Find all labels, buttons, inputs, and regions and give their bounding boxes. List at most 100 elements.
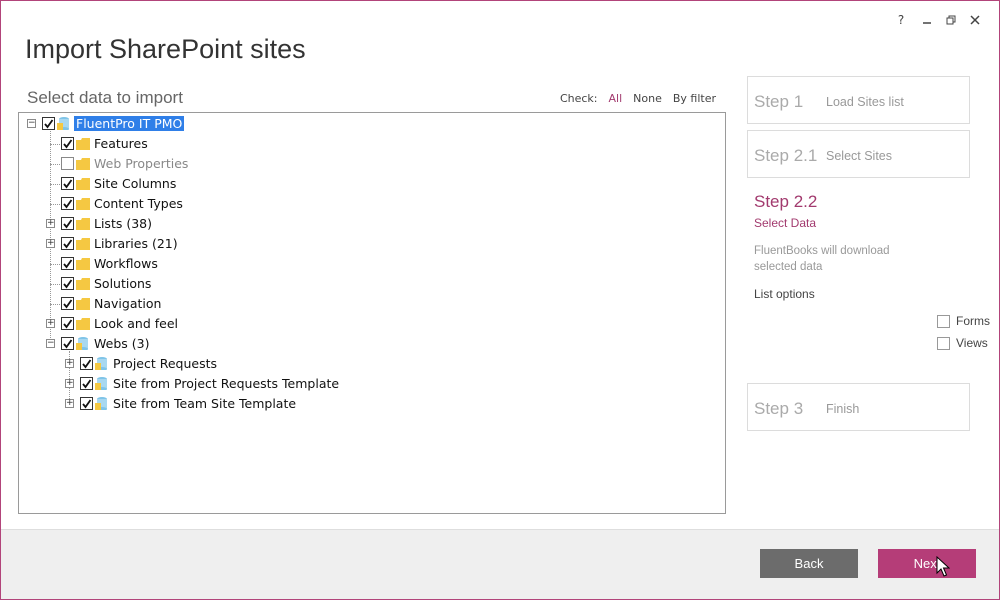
folder-icon <box>76 178 90 190</box>
check-icon <box>82 379 92 389</box>
tree-node-label[interactable]: Webs (3) <box>94 336 149 351</box>
step-2-2-sub: Select Data <box>754 216 817 230</box>
check-icon <box>63 219 73 229</box>
tree-checkbox[interactable] <box>61 317 74 330</box>
tree-node-content-types[interactable]: Content Types <box>19 194 719 214</box>
step-2-2-description: FluentBooks will download selected data <box>754 245 890 273</box>
tree-checkbox[interactable] <box>61 277 74 290</box>
check-icon <box>63 199 73 209</box>
tree-node-label[interactable]: Features <box>94 136 148 151</box>
tree-node-web-properties[interactable]: Web Properties <box>19 154 719 174</box>
tree-node-web[interactable]: + Project Requests <box>19 354 719 374</box>
check-bar: Check: All None By filter <box>560 92 716 105</box>
folder-icon <box>76 138 90 150</box>
step-3-title: Step 3 <box>754 399 804 418</box>
check-icon <box>63 259 73 269</box>
tree-node-label[interactable]: Site from Team Site Template <box>113 396 296 411</box>
tree-node-label[interactable]: Site Columns <box>94 176 176 191</box>
tree-checkbox[interactable] <box>61 137 74 150</box>
next-button[interactable]: Next <box>878 549 976 578</box>
check-icon <box>82 399 92 409</box>
expand-icon[interactable]: + <box>65 359 74 368</box>
tree-node-web[interactable]: + Site from Team Site Template <box>19 394 719 414</box>
tree-checkbox[interactable] <box>61 177 74 190</box>
section-subtitle: Select data to import <box>27 88 183 107</box>
tree-node-navigation[interactable]: Navigation <box>19 294 719 314</box>
close-button[interactable] <box>962 10 988 30</box>
check-icon <box>63 339 73 349</box>
restore-icon <box>946 15 956 25</box>
collapse-icon[interactable]: − <box>46 339 55 348</box>
tree-checkbox[interactable] <box>61 197 74 210</box>
tree-checkbox[interactable] <box>61 237 74 250</box>
back-button[interactable]: Back <box>760 549 858 578</box>
tree-connector <box>50 264 60 265</box>
folder-icon <box>76 258 90 270</box>
tree-checkbox[interactable] <box>61 297 74 310</box>
tree-node-workflows[interactable]: Workflows <box>19 254 719 274</box>
tree-checkbox[interactable] <box>80 397 93 410</box>
expand-icon[interactable]: + <box>46 319 55 328</box>
help-button[interactable]: ? <box>888 10 914 30</box>
site-database-icon <box>95 377 107 390</box>
tree-checkbox[interactable] <box>61 337 74 350</box>
forms-option[interactable]: Forms <box>937 314 990 328</box>
tree-node-label[interactable]: Navigation <box>94 296 161 311</box>
step-2-1-title: Step 2.1 <box>754 146 818 165</box>
tree-checkbox[interactable] <box>80 377 93 390</box>
expand-icon[interactable]: + <box>46 219 55 228</box>
tree-checkbox[interactable] <box>61 257 74 270</box>
check-none-link[interactable]: None <box>633 92 662 105</box>
tree-node-label[interactable]: Site from Project Requests Template <box>113 376 339 391</box>
views-checkbox[interactable] <box>937 336 950 350</box>
tree-node-root[interactable]: − FluentPro IT PMO <box>19 114 719 134</box>
tree-checkbox[interactable] <box>61 157 74 170</box>
tree-node-libraries[interactable]: + Libraries (21) <box>19 234 719 254</box>
tree-node-label[interactable]: Project Requests <box>113 356 217 371</box>
tree-node-look-and-feel[interactable]: + Look and feel <box>19 314 719 334</box>
check-icon <box>63 239 73 249</box>
tree-node-site-columns[interactable]: Site Columns <box>19 174 719 194</box>
tree-connector <box>50 304 60 305</box>
minimize-button[interactable] <box>914 10 940 30</box>
check-icon <box>63 139 73 149</box>
collapse-icon[interactable]: − <box>27 119 36 128</box>
tree-node-label[interactable]: Look and feel <box>94 316 178 331</box>
data-tree[interactable]: − FluentPro IT PMO Features Web Properti… <box>18 112 726 514</box>
tree-connector <box>50 284 60 285</box>
folder-icon <box>76 318 90 330</box>
views-label: Views <box>956 336 988 350</box>
tree-node-solutions[interactable]: Solutions <box>19 274 719 294</box>
tree-node-web[interactable]: + Site from Project Requests Template <box>19 374 719 394</box>
step-1-title: Step 1 <box>754 92 804 111</box>
forms-checkbox[interactable] <box>937 314 950 328</box>
tree-node-label[interactable]: Solutions <box>94 276 151 291</box>
views-option[interactable]: Views <box>937 336 988 350</box>
tree-node-label[interactable]: Libraries (21) <box>94 236 178 251</box>
check-by-filter-link[interactable]: By filter <box>673 92 716 105</box>
expand-icon[interactable]: + <box>65 399 74 408</box>
folder-icon <box>76 238 90 250</box>
tree-connector <box>50 144 60 145</box>
tree-node-lists[interactable]: + Lists (38) <box>19 214 719 234</box>
step-1-sub: Load Sites list <box>826 95 904 109</box>
step-3-sub: Finish <box>826 402 860 416</box>
expand-icon[interactable]: + <box>65 379 74 388</box>
tree-connector <box>50 164 60 165</box>
check-all-link[interactable]: All <box>609 92 623 105</box>
tree-node-label[interactable]: Lists (38) <box>94 216 152 231</box>
restore-button[interactable] <box>938 10 964 30</box>
tree-connector <box>50 184 60 185</box>
tree-node-label[interactable]: Content Types <box>94 196 183 211</box>
tree-node-features[interactable]: Features <box>19 134 719 154</box>
tree-checkbox[interactable] <box>42 117 55 130</box>
tree-node-webs[interactable]: − Webs (3) <box>19 334 719 354</box>
tree-checkbox[interactable] <box>80 357 93 370</box>
tree-node-label[interactable]: FluentPro IT PMO <box>74 116 185 131</box>
forms-label: Forms <box>956 314 990 328</box>
help-icon: ? <box>897 13 905 27</box>
expand-icon[interactable]: + <box>46 239 55 248</box>
tree-node-label[interactable]: Web Properties <box>94 156 188 171</box>
tree-node-label[interactable]: Workflows <box>94 256 158 271</box>
tree-checkbox[interactable] <box>61 217 74 230</box>
